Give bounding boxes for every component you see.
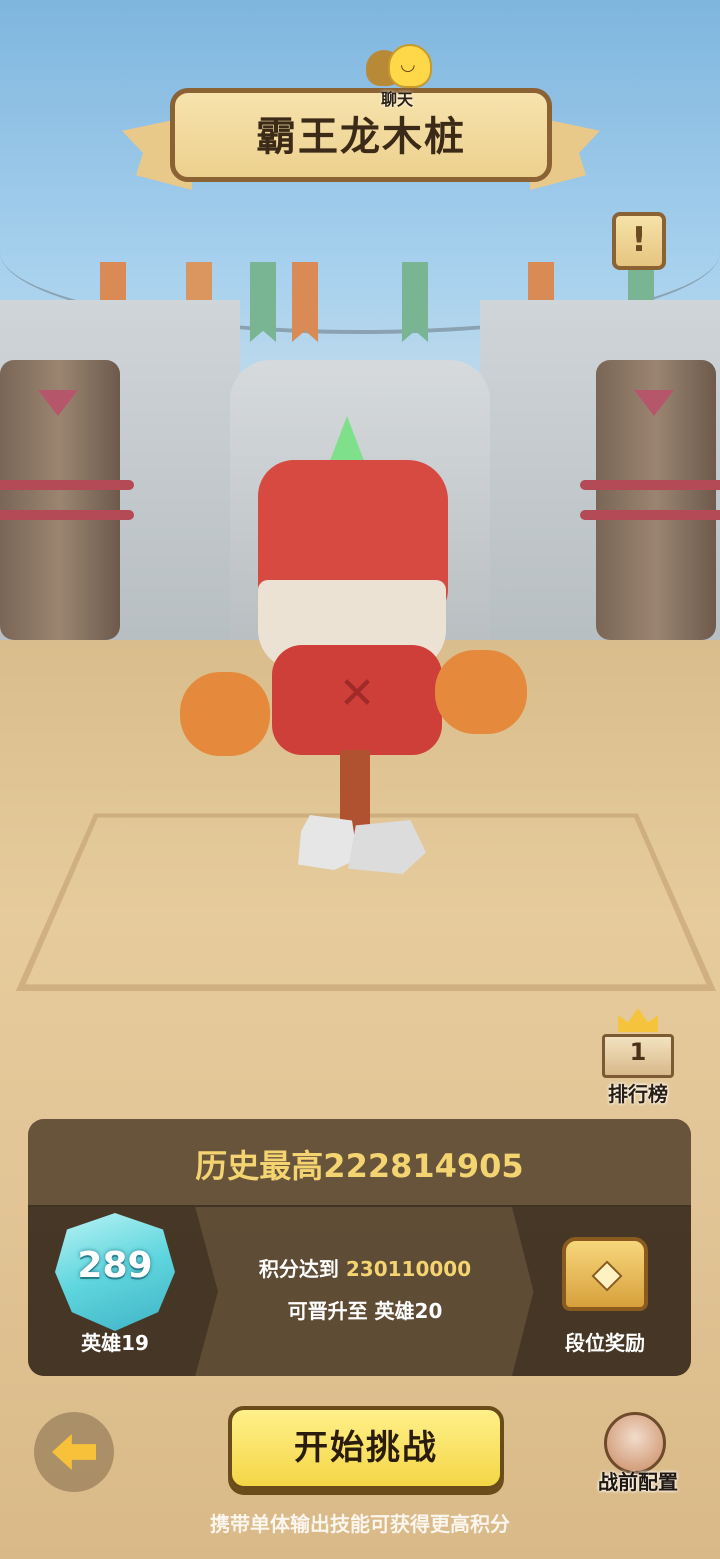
score-panel: 历史最高222814905 289 英雄19 积分达到 230110000 可晋… xyxy=(28,1119,691,1376)
boxing-glove-left xyxy=(180,672,270,756)
rock xyxy=(348,820,426,874)
start-challenge-button[interactable]: 开始挑战 xyxy=(228,1406,504,1490)
requirement-prefix: 积分达到 xyxy=(259,1257,339,1281)
chat-button[interactable]: ◡ 聊天 xyxy=(362,44,442,108)
crown-emblem-icon xyxy=(591,1260,622,1291)
podium-number: 1 xyxy=(598,1038,678,1066)
pennant-flag xyxy=(402,262,428,342)
back-arrow-icon xyxy=(52,1434,96,1470)
totem-left xyxy=(0,360,120,640)
rock xyxy=(298,815,358,870)
requirement-target: 230110000 xyxy=(346,1257,471,1281)
totem-right xyxy=(596,360,716,640)
pre-battle-config-button[interactable]: 战前配置 xyxy=(594,1412,688,1492)
smile-icon: ◡ xyxy=(400,54,416,75)
promotion-text: 可晋升至 英雄20 xyxy=(218,1295,512,1324)
dummy-x-mark: ✕ xyxy=(335,672,379,716)
hint-text: 携带单体输出技能可获得更高积分 xyxy=(0,1508,720,1537)
title-banner: 霸王龙木桩 xyxy=(122,88,600,194)
pre-battle-config-label: 战前配置 xyxy=(588,1466,688,1495)
game-scene: ✕ 霸王龙木桩 ◡ 聊天 ! 1 排行榜 历史最高222814905 289 英… xyxy=(0,0,720,1559)
totem-eye xyxy=(634,390,674,416)
leaderboard-button[interactable]: 1 排行榜 xyxy=(598,1008,678,1108)
stage-title: 霸王龙木桩 xyxy=(170,104,552,162)
reward-label[interactable]: 段位奖励 xyxy=(518,1327,691,1356)
totem-band xyxy=(580,480,720,490)
boxing-glove-right xyxy=(435,650,527,734)
chat-label: 聊天 xyxy=(362,86,432,110)
pennant-flag xyxy=(250,262,276,342)
avatar xyxy=(604,1412,666,1474)
totem-band xyxy=(0,510,134,520)
dummy-horn xyxy=(328,416,366,466)
trex-training-dummy: ✕ xyxy=(180,410,530,880)
pennant-flag xyxy=(292,262,318,342)
totem-eye xyxy=(38,390,78,416)
start-label: 开始挑战 xyxy=(232,1410,500,1486)
info-button[interactable]: ! xyxy=(612,212,666,270)
totem-band xyxy=(580,510,720,520)
crown-icon xyxy=(618,1008,658,1032)
rank-tier: 英雄19 xyxy=(55,1327,175,1356)
totem-band xyxy=(0,480,134,490)
exclamation-icon: ! xyxy=(631,220,647,260)
promotion-requirement: 积分达到 230110000 xyxy=(218,1253,512,1282)
leaderboard-label: 排行榜 xyxy=(598,1078,678,1107)
reward-chest-icon[interactable] xyxy=(562,1237,648,1311)
rank-score: 289 xyxy=(55,1245,175,1286)
best-score: 历史最高222814905 xyxy=(28,1141,691,1187)
back-button[interactable] xyxy=(34,1412,114,1492)
